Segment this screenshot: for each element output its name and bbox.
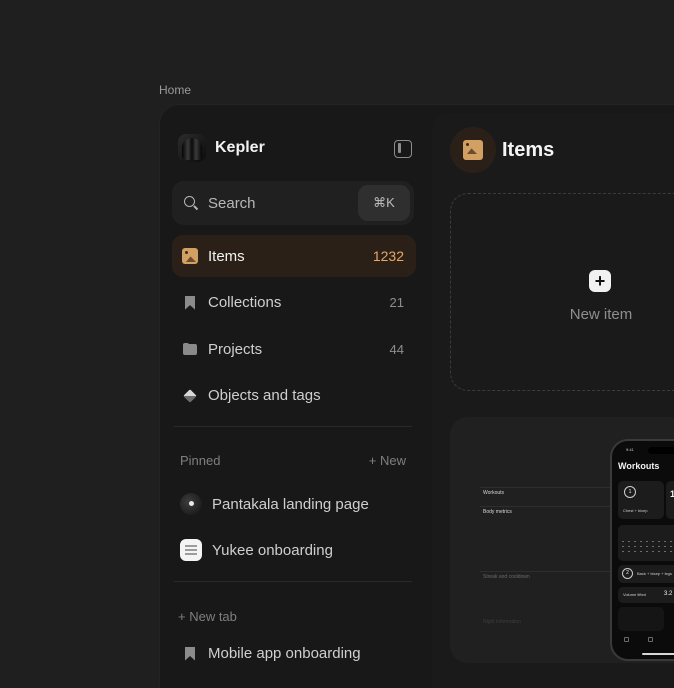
sidebar-item-objects-and-tags[interactable]: Objects and tags: [172, 375, 416, 417]
main-panel: Items + New item Workouts Body metrics S…: [432, 113, 674, 688]
preview-row: Workouts: [483, 490, 505, 496]
phone-volume-label: Volume lifted: [623, 592, 646, 597]
sidebar-toggle-icon[interactable]: [394, 140, 412, 158]
nav-list: Items 1232 Collections 21 Projects 44 Ob…: [172, 235, 416, 421]
preview-row: Body metrics: [483, 509, 512, 515]
sidebar-item-projects[interactable]: Projects 44: [172, 328, 416, 370]
nav-label: Objects and tags: [208, 387, 321, 405]
bookmark-icon: [182, 646, 198, 662]
phone-dots: [620, 539, 674, 553]
nav-label: Mobile app onboarding: [208, 645, 361, 662]
phone-tile-label: Back + bicep + legs: [637, 571, 672, 576]
phone-time: 9:41: [626, 447, 634, 452]
brand[interactable]: Kepler: [178, 133, 265, 163]
folder-icon: [182, 341, 198, 357]
pinned-new-button[interactable]: + New: [369, 453, 406, 468]
pinned-item-pantakala[interactable]: Pantakala landing page: [180, 489, 369, 519]
phone-ring: 1: [624, 486, 636, 498]
phone-tile-label: Chest + bicep: [623, 508, 648, 513]
preview-row: Streak and cooldown: [483, 574, 530, 580]
bookmark-icon: [182, 295, 198, 311]
image-icon: [463, 140, 483, 160]
main-header: Items: [450, 127, 554, 173]
pinned-item-label: Yukee onboarding: [212, 541, 333, 559]
nav-label: Collections: [208, 294, 282, 312]
box-icon: [182, 388, 198, 404]
items-badge: [450, 127, 496, 173]
pinned-item-yukee[interactable]: Yukee onboarding: [180, 535, 333, 565]
phone-tile: 1 Chest + bicep: [618, 481, 664, 519]
sidebar-item-items[interactable]: Items 1232: [172, 235, 416, 277]
phone-tab-icon: [648, 637, 653, 642]
app-name: Kepler: [215, 139, 265, 156]
phone-mockup: 9:41 Workouts 1 Chest + bicep 1 2 Back +…: [610, 439, 674, 661]
sidebar: Kepler Search ⌘K Items 1232 Collections …: [160, 105, 426, 688]
new-item-label: New item: [569, 306, 633, 323]
page-title: Items: [502, 138, 555, 161]
phone-tile: Volume lifted 3.2: [618, 587, 674, 603]
phone-big-value: 1: [670, 489, 674, 499]
nav-count: 21: [389, 295, 404, 311]
phone-tile: 2 Back + bicep + legs: [618, 565, 674, 583]
new-item-card[interactable]: + New item: [450, 193, 674, 391]
kepler-logo-icon: [178, 134, 206, 162]
search-bar[interactable]: Search ⌘K: [172, 181, 414, 225]
breadcrumb[interactable]: Home: [159, 83, 191, 97]
pinned-title: Pinned: [180, 453, 221, 468]
phone-home-indicator: [642, 653, 674, 655]
pinned-header: Pinned + New: [180, 453, 406, 468]
sidebar-item-collections[interactable]: Collections 21: [172, 282, 416, 324]
phone-title: Workouts: [618, 461, 660, 471]
phone-ring: 2: [622, 568, 633, 579]
nav-count: 1232: [372, 248, 404, 264]
phone-tab-icon: [624, 637, 629, 642]
phone-tile: 1: [666, 481, 674, 519]
pinned-item-label: Pantakala landing page: [212, 495, 369, 513]
new-tab-button[interactable]: + New tab: [178, 609, 237, 624]
divider: [174, 426, 412, 427]
sidebar-item-mobile-app-onboarding[interactable]: Mobile app onboarding: [182, 645, 361, 662]
search-label: Search: [208, 194, 256, 212]
phone-tile: [618, 607, 664, 631]
phone-island: [648, 447, 674, 454]
yukee-icon: [180, 539, 202, 561]
search-shortcut: ⌘K: [358, 185, 410, 221]
preview-row: Night information: [483, 619, 521, 625]
divider: [174, 581, 412, 582]
plus-icon: +: [589, 270, 611, 292]
search-icon: [182, 194, 200, 212]
image-icon: [182, 248, 198, 264]
nav-label: Projects: [208, 340, 263, 358]
nav-label: Items: [208, 247, 245, 265]
nav-count: 44: [389, 341, 404, 357]
pantakala-icon: [180, 493, 202, 515]
item-preview-card[interactable]: Workouts Body metrics Streak and cooldow…: [450, 417, 674, 663]
app-window: Kepler Search ⌘K Items 1232 Collections …: [159, 104, 674, 688]
phone-volume-value: 3.2: [664, 591, 673, 597]
